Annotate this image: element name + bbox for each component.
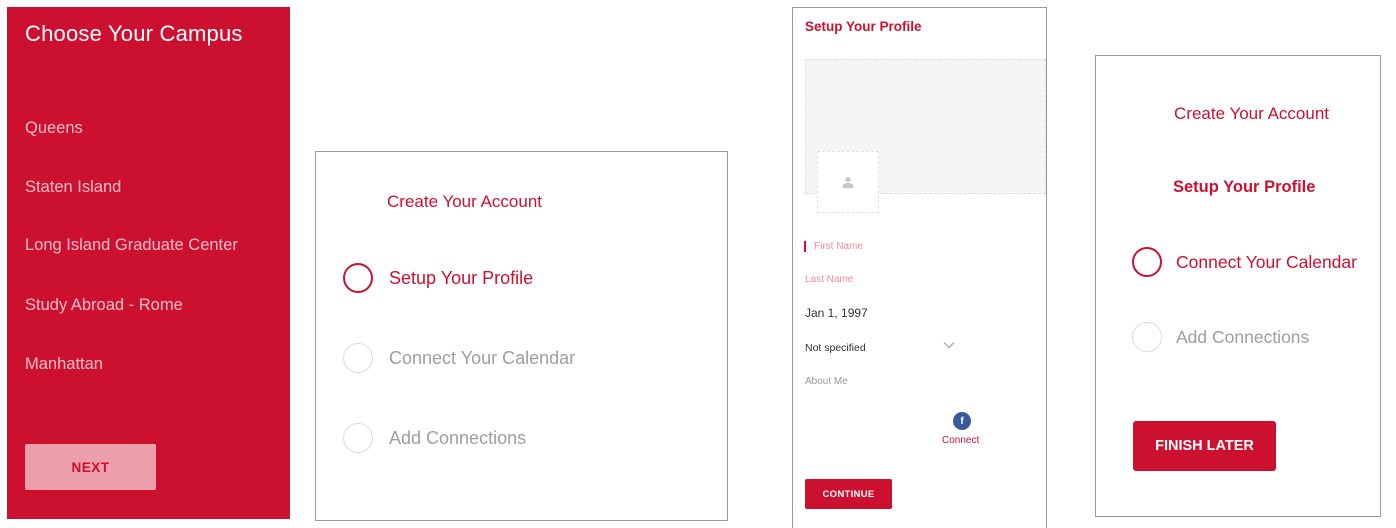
step-setup-profile[interactable]: Setup Your Profile bbox=[343, 263, 533, 293]
next-button[interactable]: NEXT bbox=[25, 444, 156, 490]
step-label: Add Connections bbox=[389, 427, 527, 448]
step-label: Setup Your Profile bbox=[389, 267, 534, 288]
profile-form-panel: Setup Your Profile First Name Last Name … bbox=[792, 7, 1047, 528]
step-label: Add Connections bbox=[1176, 326, 1310, 347]
campus-option-staten-island[interactable]: Staten Island bbox=[25, 178, 121, 197]
facebook-connect-link[interactable]: Connect bbox=[942, 435, 979, 446]
campus-option-long-island[interactable]: Long Island Graduate Center bbox=[25, 236, 238, 255]
step-connect-calendar[interactable]: Connect Your Calendar bbox=[1132, 247, 1357, 277]
step-circle-icon bbox=[1132, 247, 1162, 277]
account-heading: Create Your Account bbox=[387, 192, 543, 211]
chevron-down-icon[interactable] bbox=[943, 340, 955, 352]
step-label: Connect Your Calendar bbox=[389, 347, 576, 368]
finish-later-button[interactable]: FINISH LATER bbox=[1133, 421, 1276, 471]
step-label: Connect Your Calendar bbox=[1176, 251, 1357, 272]
gender-select[interactable]: Not specified bbox=[805, 342, 866, 354]
step-add-connections[interactable]: Add Connections bbox=[1132, 322, 1309, 352]
user-silhouette-icon bbox=[842, 176, 854, 188]
birth-date-field[interactable]: Jan 1, 1997 bbox=[805, 306, 868, 320]
about-me-field[interactable]: About Me bbox=[805, 376, 848, 387]
step-circle-icon bbox=[1132, 322, 1162, 352]
continue-button[interactable]: CONTINUE bbox=[805, 479, 892, 509]
campus-title: Choose Your Campus bbox=[25, 21, 243, 46]
facebook-icon[interactable]: f bbox=[953, 412, 971, 430]
campus-panel: Choose Your Campus Queens Staten Island … bbox=[7, 7, 290, 519]
step-add-connections[interactable]: Add Connections bbox=[343, 423, 526, 453]
avatar-upload[interactable] bbox=[817, 151, 879, 213]
campus-option-rome[interactable]: Study Abroad - Rome bbox=[25, 296, 183, 315]
campus-option-manhattan[interactable]: Manhattan bbox=[25, 355, 103, 374]
account-steps-progress-panel: Create Your Account Setup Your Profile C… bbox=[1095, 55, 1381, 517]
step-circle-icon bbox=[343, 263, 373, 293]
step-connect-calendar[interactable]: Connect Your Calendar bbox=[343, 343, 575, 373]
completed-step-setup-profile[interactable]: Setup Your Profile bbox=[1173, 178, 1315, 197]
profile-title: Setup Your Profile bbox=[805, 19, 922, 34]
last-name-field[interactable]: Last Name bbox=[805, 274, 853, 285]
campus-option-queens[interactable]: Queens bbox=[25, 119, 83, 138]
step-circle-icon bbox=[343, 343, 373, 373]
first-name-field[interactable]: First Name bbox=[804, 241, 863, 252]
step-circle-icon bbox=[343, 423, 373, 453]
account-heading: Create Your Account bbox=[1174, 104, 1330, 123]
account-steps-panel: Create Your Account Setup Your Profile C… bbox=[315, 151, 728, 521]
